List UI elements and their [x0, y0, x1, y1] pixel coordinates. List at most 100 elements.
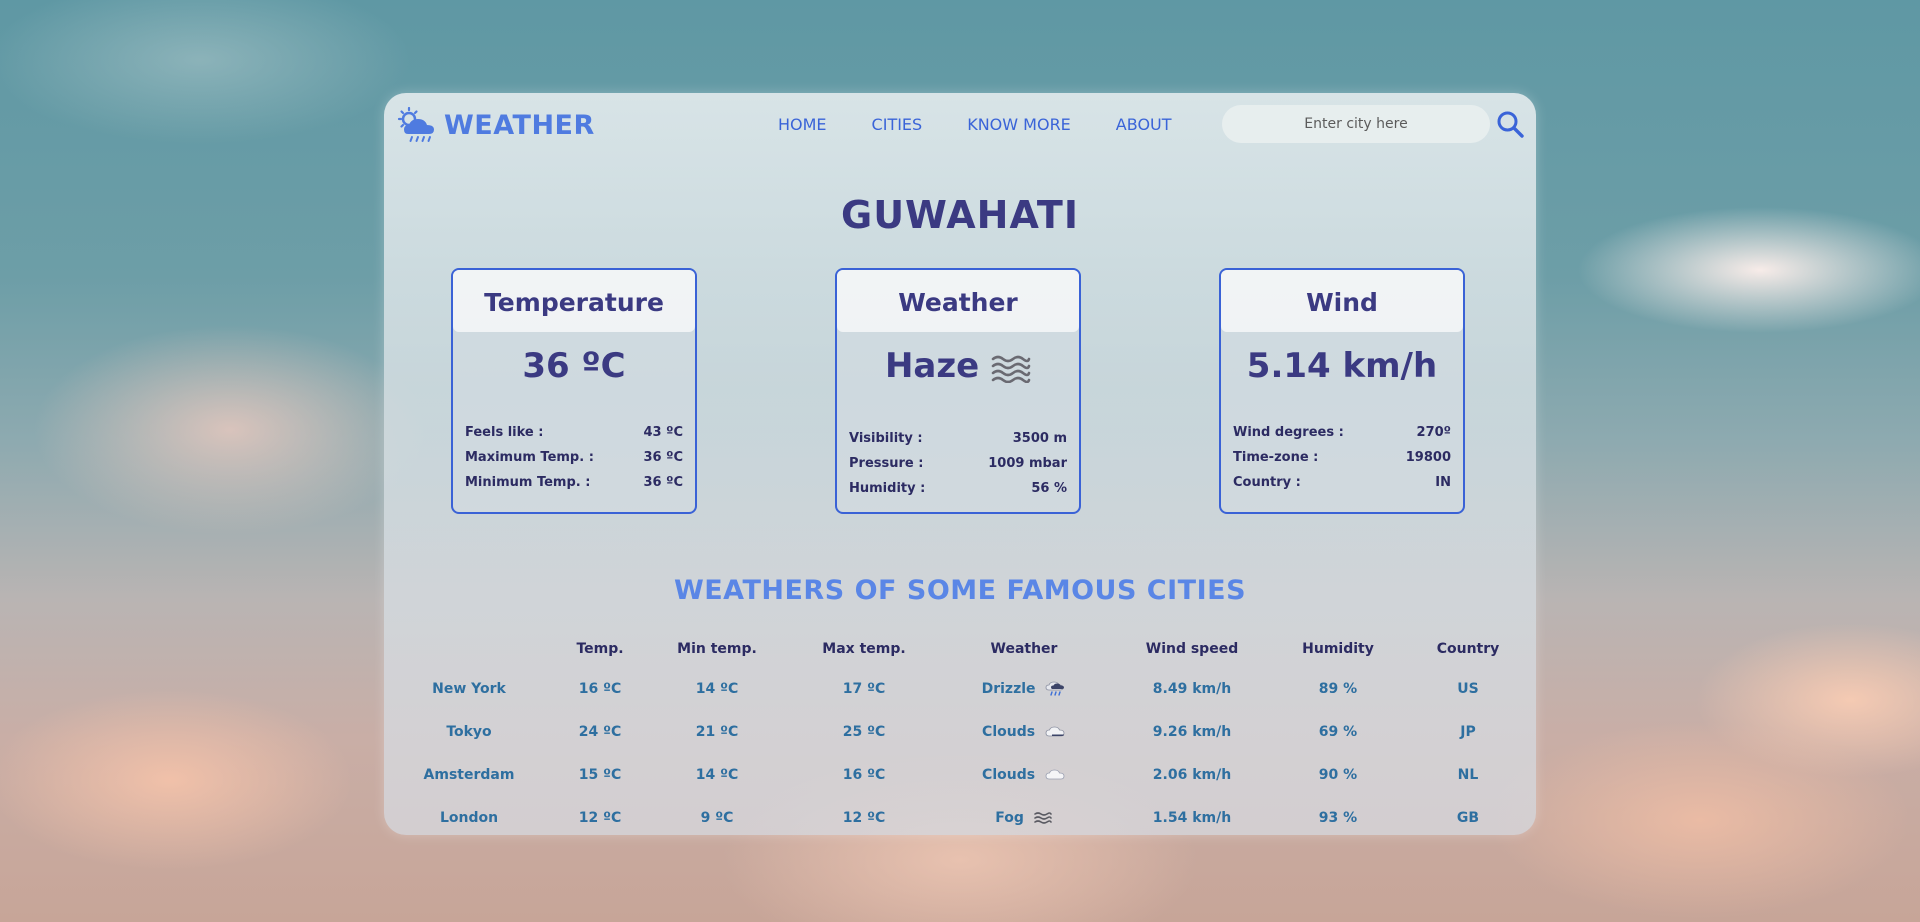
- table-row: Tokyo 24 ºC 21 ºC 25 ºC Clouds 9.26 km/h…: [384, 710, 1536, 753]
- temp-cell: 15 ºC: [578, 766, 622, 783]
- wind-speed-cell: 1.54 km/h: [1152, 809, 1232, 826]
- max-temp-cell: 16 ºC: [842, 766, 886, 783]
- weather-card-title: Weather: [837, 270, 1079, 332]
- nav-about[interactable]: ABOUT: [1116, 115, 1172, 134]
- detail-row: Country : IN: [1233, 470, 1451, 495]
- city-name: Tokyo: [446, 723, 492, 740]
- city-search-input[interactable]: [1222, 105, 1490, 143]
- header-country: Country: [1436, 641, 1500, 657]
- nav-know-more[interactable]: KNOW MORE: [967, 115, 1071, 134]
- weather-condition-text: Haze: [884, 346, 980, 386]
- min-temp-cell: 14 ºC: [695, 766, 739, 783]
- detail-row: Visibility : 3500 m: [849, 426, 1067, 451]
- country-cell: NL: [1457, 766, 1479, 783]
- header-weather: Weather: [990, 641, 1058, 657]
- temperature-card: Temperature 36 ºC Feels like : 43 ºC Max…: [451, 268, 697, 514]
- min-temp-cell: 21 ºC: [695, 723, 739, 740]
- header-wind-speed: Wind speed: [1145, 641, 1239, 657]
- detail-label: Wind degrees :: [1233, 425, 1344, 440]
- haze-icon: [991, 355, 1031, 383]
- humidity-cell: 93 %: [1318, 809, 1358, 826]
- weather-card: Weather Haze Visibility : 3500 m Pressur…: [835, 268, 1081, 514]
- detail-row: Maximum Temp. : 36 ºC: [465, 445, 683, 470]
- famous-cities-table: Temp. Min temp. Max temp. Weather Wind s…: [384, 631, 1536, 839]
- detail-label: Visibility :: [849, 431, 923, 446]
- detail-value: 19800: [1405, 450, 1451, 465]
- table-header-row: Temp. Min temp. Max temp. Weather Wind s…: [384, 631, 1536, 667]
- city-title: GUWAHATI: [841, 193, 1079, 237]
- country-cell: JP: [1460, 723, 1476, 740]
- wind-details: Wind degrees : 270º Time-zone : 19800 Co…: [1233, 420, 1451, 495]
- temperature-card-title: Temperature: [453, 270, 695, 332]
- wind-card: Wind 5.14 km/h Wind degrees : 270º Time-…: [1219, 268, 1465, 514]
- min-temp-cell: 14 ºC: [695, 680, 739, 697]
- table-row: New York 16 ºC 14 ºC 17 ºC Drizzle 8.49 …: [384, 667, 1536, 710]
- temperature-value: 36 ºC: [522, 346, 626, 386]
- city-name: Amsterdam: [423, 766, 515, 783]
- header-temp: Temp.: [576, 641, 624, 657]
- nav-home[interactable]: HOME: [778, 115, 827, 134]
- fog-icon: [1033, 811, 1052, 824]
- city-name: London: [439, 809, 499, 826]
- detail-row: Wind degrees : 270º: [1233, 420, 1451, 445]
- header-max-temp: Max temp.: [822, 641, 906, 657]
- brand-name: WEATHER: [444, 109, 595, 141]
- wind-speed-value: 5.14 km/h: [1246, 346, 1438, 386]
- table-row: London 12 ºC 9 ºC 12 ºC Fog 1.54 km/h 93…: [384, 796, 1536, 839]
- detail-label: Country :: [1233, 475, 1301, 490]
- detail-value: 43 ºC: [643, 425, 684, 440]
- detail-label: Maximum Temp. :: [465, 450, 594, 465]
- max-temp-cell: 12 ºC: [842, 809, 886, 826]
- detail-row: Minimum Temp. : 36 ºC: [465, 470, 683, 495]
- table-row: Amsterdam 15 ºC 14 ºC 16 ºC Clouds 2.06 …: [384, 753, 1536, 796]
- city-name: New York: [432, 680, 506, 697]
- detail-value: 36 ºC: [643, 475, 684, 490]
- detail-row: Feels like : 43 ºC: [465, 420, 683, 445]
- nav-cities[interactable]: CITIES: [872, 115, 923, 134]
- humidity-cell: 69 %: [1318, 723, 1358, 740]
- temp-cell: 12 ºC: [578, 809, 622, 826]
- search-icon[interactable]: [1496, 110, 1524, 138]
- detail-value: IN: [1435, 475, 1451, 490]
- weather-details: Visibility : 3500 m Pressure : 1009 mbar…: [849, 426, 1067, 501]
- wind-speed-cell: 8.49 km/h: [1152, 680, 1232, 697]
- nav-menu: HOME CITIES KNOW MORE ABOUT: [778, 115, 1217, 134]
- weather-condition: Haze: [837, 344, 1079, 388]
- weather-cell: Clouds: [940, 710, 1108, 753]
- min-temp-cell: 9 ºC: [700, 809, 734, 826]
- weather-text: Clouds: [982, 723, 1036, 740]
- weather-text: Drizzle: [981, 680, 1036, 697]
- weather-text: Fog: [995, 809, 1024, 826]
- header-city: [384, 631, 554, 667]
- detail-label: Feels like :: [465, 425, 544, 440]
- country-cell: US: [1457, 680, 1479, 697]
- weather-panel: WEATHER HOME CITIES KNOW MORE ABOUT GUWA…: [384, 93, 1536, 835]
- brand-logo[interactable]: WEATHER: [396, 107, 595, 143]
- detail-value: 3500 m: [1012, 431, 1067, 446]
- header-humidity: Humidity: [1302, 641, 1374, 657]
- wind-speed-cell: 2.06 km/h: [1152, 766, 1232, 783]
- max-temp-cell: 25 ºC: [842, 723, 886, 740]
- header-min-temp: Min temp.: [677, 641, 757, 657]
- max-temp-cell: 17 ºC: [842, 680, 886, 697]
- navbar: WEATHER HOME CITIES KNOW MORE ABOUT: [384, 93, 1536, 157]
- wind-speed-cell: 9.26 km/h: [1152, 723, 1232, 740]
- detail-label: Humidity :: [849, 481, 926, 496]
- detail-label: Minimum Temp. :: [465, 475, 591, 490]
- cloud-icon: [1045, 769, 1065, 779]
- detail-row: Pressure : 1009 mbar: [849, 451, 1067, 476]
- wind-card-title: Wind: [1221, 270, 1463, 332]
- detail-value: 1009 mbar: [988, 456, 1067, 471]
- cloud-icon: [1045, 726, 1065, 736]
- weather-text: Clouds: [982, 766, 1036, 783]
- weather-cell: Drizzle: [940, 667, 1108, 710]
- detail-row: Time-zone : 19800: [1233, 445, 1451, 470]
- humidity-cell: 90 %: [1318, 766, 1358, 783]
- weather-cell: Fog: [940, 796, 1108, 839]
- detail-row: Humidity : 56 %: [849, 476, 1067, 501]
- drizzle-cloud-icon: [1045, 681, 1065, 696]
- temp-cell: 16 ºC: [578, 680, 622, 697]
- famous-cities-title: WEATHERS OF SOME FAMOUS CITIES: [673, 575, 1247, 606]
- humidity-cell: 89 %: [1318, 680, 1358, 697]
- detail-label: Pressure :: [849, 456, 924, 471]
